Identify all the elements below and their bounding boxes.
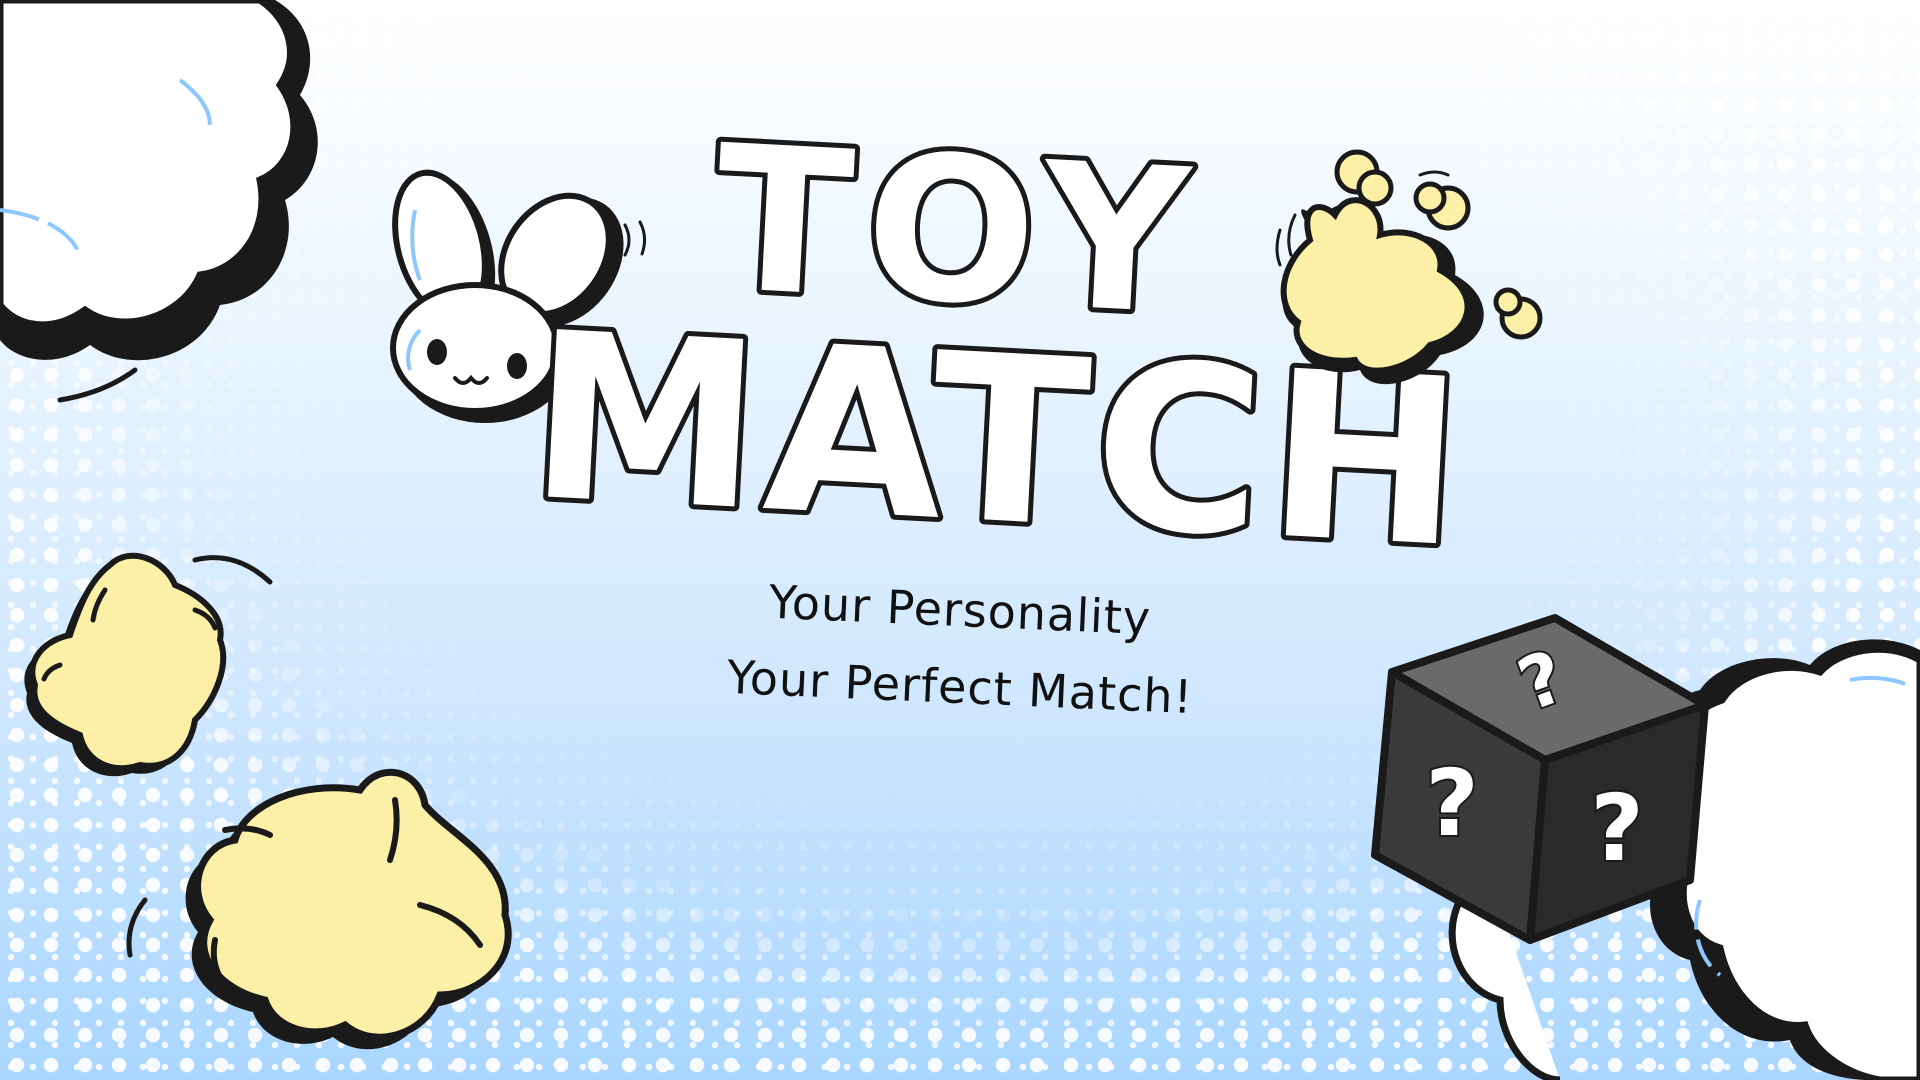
artwork: TOY MATCH ? ? ? — [0, 0, 1920, 1080]
box-mark-left: ? — [1425, 750, 1478, 857]
box-mark-right: ? — [1590, 775, 1643, 882]
butterfly-icon — [1275, 149, 1543, 385]
star-large-icon — [126, 768, 512, 1050]
cloud-top-left-icon — [0, 0, 318, 403]
